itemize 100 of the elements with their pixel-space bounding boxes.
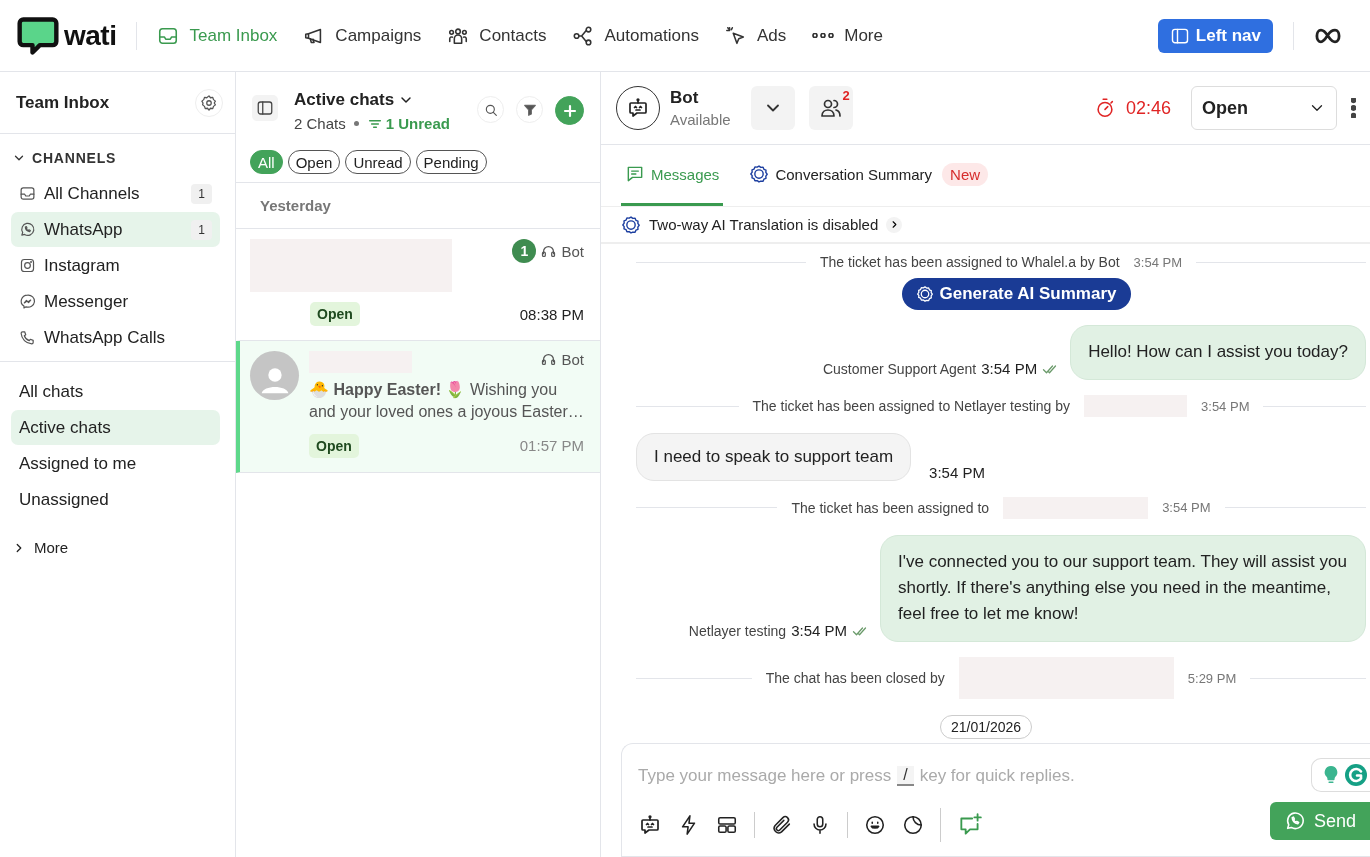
view-item[interactable]: Assigned to me xyxy=(11,446,220,481)
view-item[interactable]: Active chats xyxy=(11,410,220,445)
filter-button[interactable] xyxy=(516,96,543,123)
unread-filter-link[interactable]: 1 Unread xyxy=(366,115,450,132)
channel-item[interactable]: WhatsApp 1 xyxy=(11,212,220,247)
message-time: 3:54 PM xyxy=(791,622,847,640)
chat-plus-icon xyxy=(957,812,983,838)
cursor-click-icon xyxy=(724,24,747,47)
count-badge: 1 xyxy=(191,219,212,240)
message-time: 3:54 PM xyxy=(1162,500,1211,516)
sender-name: Customer Support Agent xyxy=(822,360,977,377)
channel-item[interactable]: All Channels 1 xyxy=(11,176,220,211)
new-chat-button[interactable] xyxy=(555,96,584,125)
smiley-icon xyxy=(864,814,886,836)
messenger-icon xyxy=(19,293,36,310)
outgoing-message: I've connected you to our support team. They will assist you shortly. If there's anything else you need in the meantime, feel free to let me know! xyxy=(880,534,1366,642)
message-icon xyxy=(625,164,645,184)
more-toggle[interactable]: More xyxy=(0,517,235,578)
expand-button[interactable] xyxy=(886,216,903,233)
nav-item[interactable]: Ads xyxy=(724,24,787,47)
outgoing-message: Hello! How can I assist you today? xyxy=(1070,325,1366,380)
headset-icon xyxy=(540,351,558,368)
presence-status: Available xyxy=(670,111,731,128)
panel-title: Team Inbox xyxy=(16,92,110,113)
sticker-icon xyxy=(902,814,924,836)
view-item[interactable]: Unassigned xyxy=(11,482,220,517)
separator-dot xyxy=(353,121,359,126)
system-message: The ticket has been assigned to Netlayer testing by xyxy=(752,398,1071,415)
phone-icon xyxy=(19,329,36,346)
channel-item[interactable]: WhatsApp Calls xyxy=(11,320,220,355)
timer: 02:46 xyxy=(1125,97,1171,119)
settings-icon xyxy=(200,93,218,112)
system-message: The ticket has been assigned to Whalel.a by Bot xyxy=(820,254,1120,270)
layout-icon xyxy=(716,814,738,836)
sender-name: Netlayer testing xyxy=(688,622,787,639)
paperclip-icon xyxy=(771,814,793,836)
nav-item[interactable]: Contacts xyxy=(447,24,547,47)
message-time: 3:54 PM xyxy=(981,360,1038,378)
status-tag: Open xyxy=(310,302,360,326)
nav-item[interactable]: Team Inbox xyxy=(157,24,278,47)
robot-icon xyxy=(626,96,650,120)
inbox-icon xyxy=(19,185,36,202)
attach-button[interactable] xyxy=(771,814,793,836)
sidebar-toggle-button[interactable] xyxy=(252,95,278,121)
sticker-button[interactable] xyxy=(902,814,924,836)
section-heading: Yesterday xyxy=(236,183,600,229)
translation-status: Two-way AI Translation is disabled xyxy=(649,216,879,233)
instagram-icon xyxy=(19,257,36,274)
channels-toggle[interactable]: CHANNELS xyxy=(0,134,235,176)
nav-item[interactable]: More xyxy=(812,25,883,46)
channel-item[interactable]: Messenger xyxy=(11,284,220,319)
filter-chip[interactable]: Pending xyxy=(415,150,487,174)
settings-button[interactable] xyxy=(195,88,223,117)
message-time: 3:54 PM xyxy=(1201,398,1250,414)
message-input-field[interactable]: Type your message here or press / key for quick replies. xyxy=(638,766,1311,786)
message-time: 3:54 PM xyxy=(929,464,985,482)
writing-assistant-widget[interactable] xyxy=(1311,758,1370,792)
search-button[interactable] xyxy=(477,96,504,123)
nodes-icon xyxy=(572,24,595,47)
agent-name: Bot xyxy=(561,242,584,260)
system-message: The chat has been closed by xyxy=(765,670,945,687)
message-preview: 🐣 Happy Easter! 🌷 Wishing you and your loved ones a joyous Easter… xyxy=(309,380,584,423)
nav-item[interactable]: Campaigns xyxy=(303,24,422,47)
chat-view-dropdown[interactable]: Active chats xyxy=(294,90,461,110)
ai-sparkle-icon xyxy=(915,284,934,303)
chat-time: 08:38 PM xyxy=(519,305,584,323)
kebab-icon xyxy=(1351,98,1356,118)
chat-item[interactable]: 1 Bot Open 08:38 PM xyxy=(236,229,600,341)
template-button[interactable] xyxy=(716,814,738,836)
message-time: 3:54 PM xyxy=(1133,254,1183,270)
filter-chip[interactable]: Open xyxy=(287,150,341,174)
contact-name: Bot xyxy=(670,88,700,108)
message-time: 5:29 PM xyxy=(1187,670,1237,686)
bot-button[interactable] xyxy=(638,813,662,837)
tab[interactable]: Conversation Summary New xyxy=(745,145,993,206)
count-badge: 1 xyxy=(191,183,212,204)
add-note-button[interactable] xyxy=(957,812,983,838)
dots-icon xyxy=(812,33,835,38)
agent-name: Bot xyxy=(561,351,584,368)
status-tag: Open xyxy=(309,433,359,458)
whatsapp-icon xyxy=(19,221,36,238)
view-item[interactable]: All chats xyxy=(11,374,220,409)
system-message: The ticket has been assigned to xyxy=(791,499,990,516)
tab[interactable]: Messages xyxy=(621,145,724,206)
generate-summary-button[interactable]: Generate AI Summary xyxy=(901,277,1131,310)
ai-sparkle-icon xyxy=(621,214,641,235)
unread-badge: 1 xyxy=(512,239,537,263)
chat-time: 01:57 PM xyxy=(519,437,584,455)
logo-text: wati xyxy=(64,19,117,52)
chat-count: 2 Chats xyxy=(294,115,346,132)
status-dropdown[interactable]: Open xyxy=(1191,86,1337,130)
ai-sparkle-icon xyxy=(749,164,770,184)
agents-button[interactable]: 2 xyxy=(808,86,853,130)
emoji-button[interactable] xyxy=(864,814,886,836)
filter-chip[interactable]: Unread xyxy=(345,150,411,174)
left-nav-button[interactable]: Left nav xyxy=(1157,18,1273,53)
panel-icon xyxy=(256,99,274,117)
chat-item[interactable]: Bot 🐣 Happy Easter! 🌷 Wishing you and your loved ones a joyous Easter… Open 01:57 PM xyxy=(236,341,600,473)
channel-item[interactable]: Instagram xyxy=(11,248,220,283)
nav-item[interactable]: Automations xyxy=(572,24,699,47)
